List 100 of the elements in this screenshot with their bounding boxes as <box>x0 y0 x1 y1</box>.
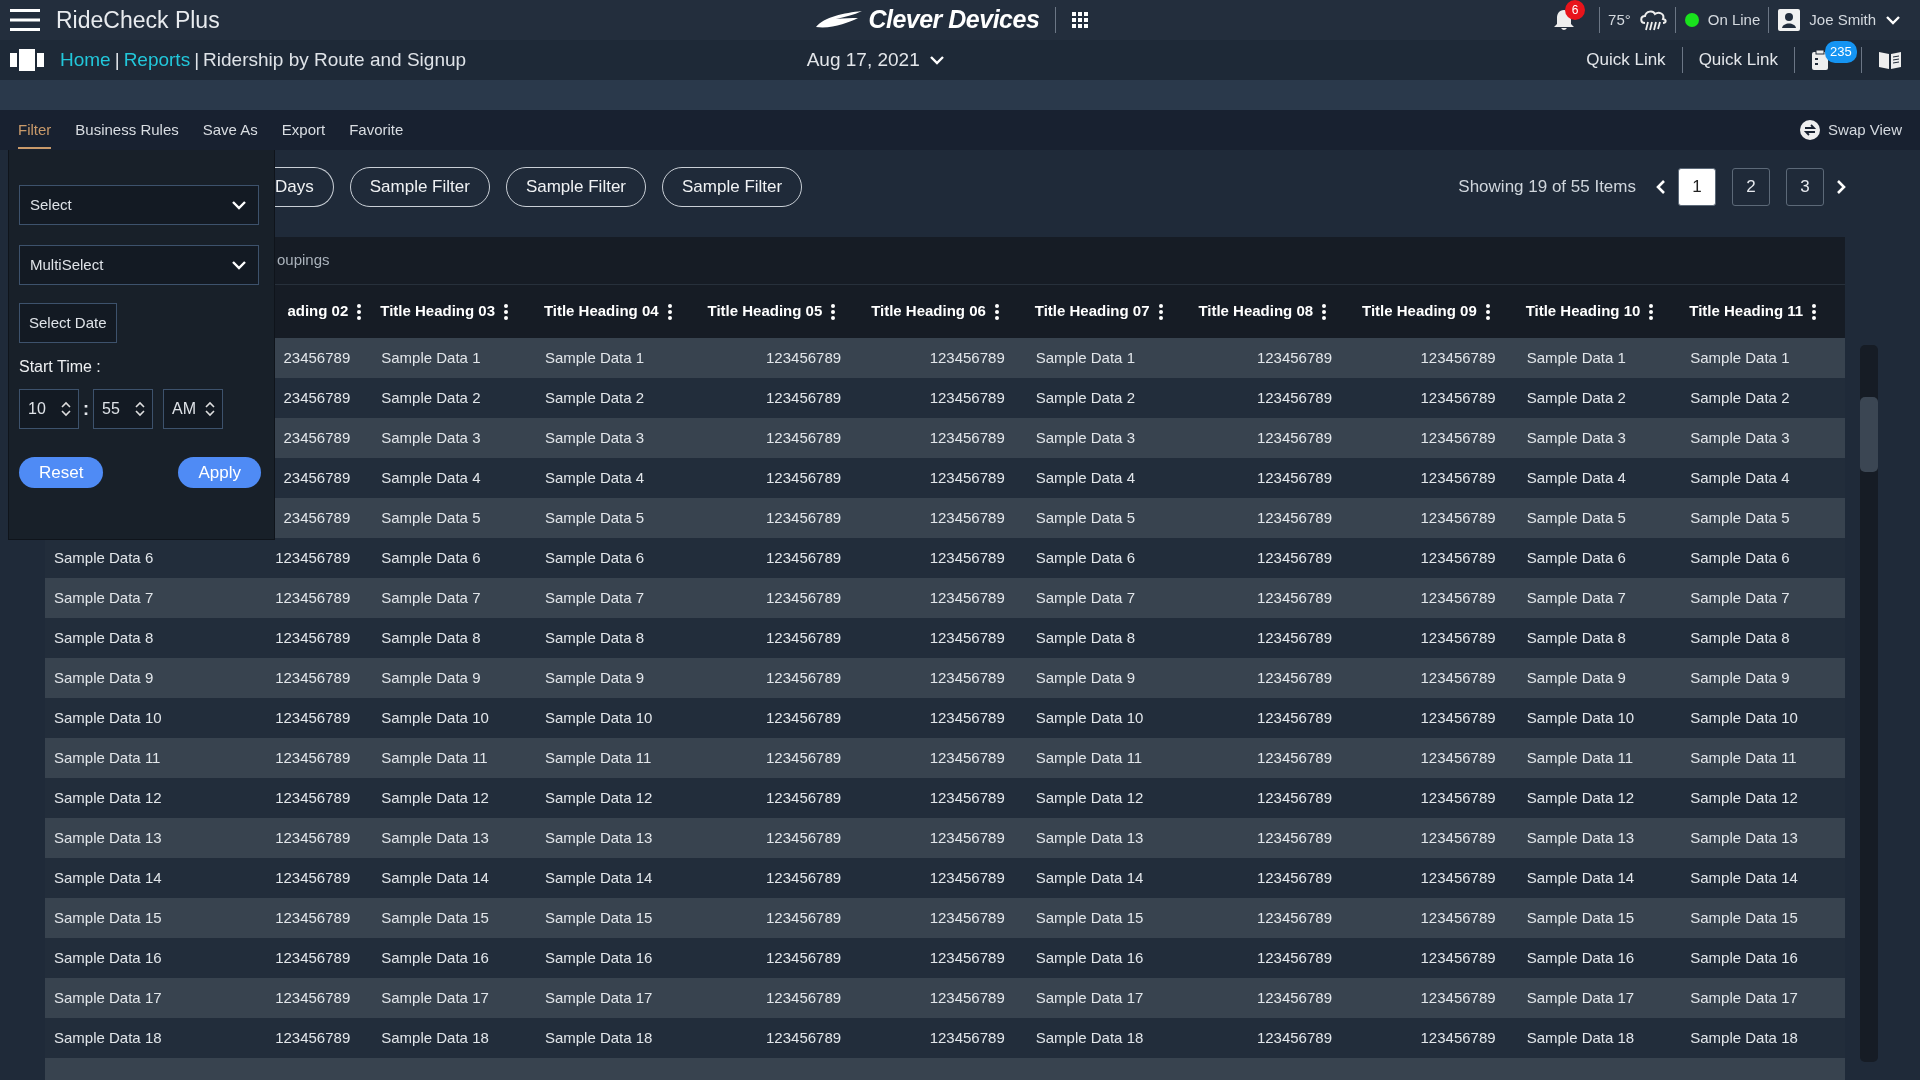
table-cell: 123456789 <box>208 978 373 1018</box>
table-cell: Sample Data 11 <box>1026 738 1191 778</box>
table-cell: Sample Data 1 <box>1517 338 1682 378</box>
table-cell: 123456789 <box>1354 698 1518 738</box>
menu-icon[interactable] <box>10 8 40 32</box>
table-cell: 123456789 <box>863 578 1027 618</box>
table-cell: Sample Data 6 <box>535 538 700 578</box>
table-cell: Sample Data 3 <box>1517 418 1682 458</box>
table-cell: Sample Data 17 <box>372 978 536 1018</box>
table-cell: 123456789 <box>1190 618 1354 658</box>
table-cell: Sample Data 5 <box>1517 498 1682 538</box>
table-cell: Sample Data 9 <box>45 658 209 698</box>
table-cell: Sample Data 4 <box>1517 458 1682 498</box>
kebab-menu-icon[interactable] <box>666 302 673 321</box>
table-cell: Sample Data 13 <box>45 818 209 858</box>
table-cell: Sample Data 1 <box>372 338 536 378</box>
dropdown-field[interactable]: Select <box>19 185 259 225</box>
date-picker-text[interactable]: Aug 17, 2021 <box>806 45 920 75</box>
table-cell: 123456789 <box>699 418 864 458</box>
toolbar-tab[interactable]: Favorite <box>349 110 404 150</box>
toolbar-tab[interactable]: Save As <box>202 110 258 150</box>
table-cell: Sample Data 7 <box>45 578 209 618</box>
table-cell: 123456789 <box>208 778 373 818</box>
apps-grid-icon[interactable] <box>1072 12 1089 28</box>
book-icon[interactable] <box>1878 50 1902 70</box>
table-cell: Sample Data 11 <box>1681 738 1845 778</box>
clipboard-list-icon[interactable] <box>1811 49 1829 71</box>
table-cell: Sample Data 7 <box>1517 578 1682 618</box>
table-cell: Sample Data 10 <box>1517 698 1682 738</box>
column-header[interactable]: ading 02 <box>287 300 349 323</box>
dropdown-field[interactable]: MultiSelect <box>19 245 259 285</box>
toolbar-tab[interactable]: Business Rules <box>75 110 179 150</box>
kebab-menu-icon[interactable] <box>503 302 509 321</box>
swap-icon[interactable] <box>1800 120 1821 140</box>
kebab-menu-icon[interactable] <box>1648 302 1655 321</box>
notification-count: 6 <box>1565 0 1586 20</box>
table-cell: Sample Data 17 <box>1517 978 1682 1018</box>
table-cell: 123456789 <box>1190 1018 1354 1058</box>
table-cell: Sample Data 17 <box>45 978 209 1018</box>
status-text: On Line <box>1707 9 1761 30</box>
hour-field[interactable]: 10 <box>19 389 79 429</box>
table-cell: 123456789 <box>208 1018 373 1058</box>
breadcrumb-link[interactable]: Reports <box>123 45 191 75</box>
table-cell: Sample Data 15 <box>1026 898 1191 938</box>
kebab-menu-icon[interactable] <box>1484 302 1491 321</box>
table-cell: 123456789 <box>863 898 1027 938</box>
user-name[interactable]: Joe Smith <box>1809 8 1876 32</box>
minute-field[interactable]: 55 <box>93 389 153 429</box>
table-cell: Sample Data 3 <box>372 418 536 458</box>
kebab-menu-icon[interactable] <box>1157 302 1164 321</box>
kebab-menu-icon[interactable] <box>993 302 1000 321</box>
page-button[interactable]: 1 <box>1678 168 1716 206</box>
table-cell: Sample Data 14 <box>1026 858 1191 898</box>
table-cell: 123456789 <box>208 698 373 738</box>
task-count: 235 <box>1825 41 1857 63</box>
table-cell: Sample Data 11 <box>1517 738 1682 778</box>
scrollbar-track[interactable] <box>1860 345 1878 1062</box>
table-cell: Sample Data 9 <box>1026 658 1191 698</box>
table-cell: Sample Data 13 <box>1681 818 1845 858</box>
table-cell: 123456789 <box>1190 818 1354 858</box>
kebab-menu-icon[interactable] <box>356 302 363 321</box>
period-field[interactable]: AM <box>163 389 223 429</box>
table-cell: 123456789 <box>863 938 1027 978</box>
start-time-label: Start Time : <box>19 357 102 377</box>
swap-view-link[interactable]: Swap View <box>1828 118 1902 142</box>
table-cell: 123456789 <box>1190 698 1354 738</box>
table-cell: Sample Data 16 <box>1517 938 1682 978</box>
table-cell: 123456789 <box>699 738 864 778</box>
kebab-menu-icon[interactable] <box>1321 302 1328 321</box>
quick-link[interactable]: Quick Link <box>1698 47 1778 73</box>
table-cell: 123456789 <box>208 618 373 658</box>
page-button[interactable]: 2 <box>1732 168 1770 206</box>
spinner-arrows-icon <box>60 401 72 417</box>
select-date-button[interactable]: Select Date <box>19 303 117 343</box>
table-cell: 123456789 <box>699 338 864 378</box>
table-cell: Sample Data 3 <box>1681 418 1845 458</box>
table-cell: 123456789 <box>1354 898 1518 938</box>
table-cell: Sample Data 2 <box>1681 378 1845 418</box>
table-cell: Sample Data 10 <box>372 698 536 738</box>
pagination-summary: Showing 19 of 55 Items <box>1458 176 1636 199</box>
page-button[interactable]: 3 <box>1786 168 1824 206</box>
table-cell: Sample Data 7 <box>1681 578 1845 618</box>
table-cell: 123456789 <box>863 978 1027 1018</box>
table-cell: 123456789 <box>1190 538 1354 578</box>
table-cell: Sample Data 17 <box>1681 978 1845 1018</box>
table-cell: 123456789 <box>699 858 864 898</box>
kebab-menu-icon[interactable] <box>830 302 837 321</box>
table-cell: Sample Data 11 <box>535 738 700 778</box>
table-cell: 123456789 <box>699 818 864 858</box>
breadcrumb-link[interactable]: Home <box>60 45 111 75</box>
quick-link[interactable]: Quick Link <box>1586 47 1666 73</box>
breadcrumb-separator: | <box>194 47 200 72</box>
table-cell: 123456789 <box>699 618 864 658</box>
scrollbar-thumb[interactable] <box>1860 397 1878 472</box>
toolbar-tab[interactable]: Export <box>281 110 326 150</box>
panels-icon[interactable] <box>10 49 44 71</box>
table-cell: Sample Data 3 <box>535 418 700 458</box>
table-cell: Sample Data 18 <box>535 1018 700 1058</box>
kebab-menu-icon[interactable] <box>1811 302 1818 321</box>
user-avatar-icon[interactable] <box>1777 8 1802 32</box>
